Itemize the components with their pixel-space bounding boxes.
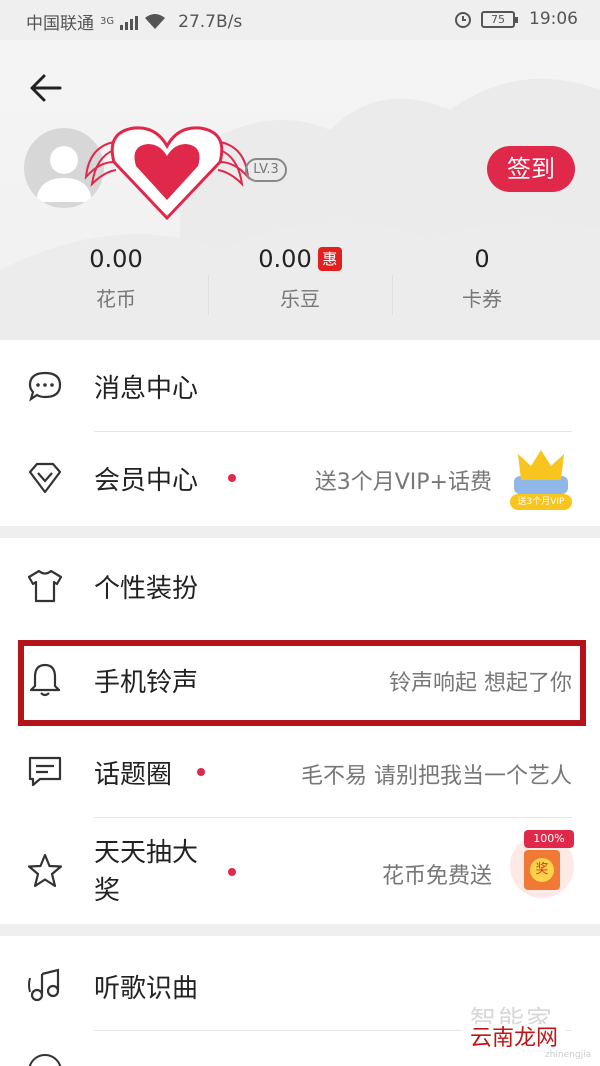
chat-bubble-icon — [28, 371, 62, 402]
menu-item-lottery[interactable]: 天天抽大 奖 花币免费送 100% 奖 — [0, 818, 600, 924]
highlight-box — [18, 640, 586, 726]
clock: 19:06 — [529, 9, 578, 29]
red-envelope-icon: 奖 — [524, 850, 560, 890]
partial-next-item-icon — [28, 1054, 62, 1066]
tshirt-icon — [27, 569, 63, 603]
notification-dot — [228, 474, 236, 482]
menu-item-subtitle: 花币免费送 — [381, 864, 492, 889]
menu-item-label: 天天抽大 奖 — [94, 834, 198, 910]
message-square-icon — [28, 756, 62, 787]
profile-header: LV.3 签到 0.00 花币 0.00 惠 乐豆 0 卡券 — [0, 40, 600, 340]
watermark-small: zhinengjia — [545, 1050, 592, 1060]
status-bar: 中国联通 3G 27.7B/s 75 19:06 — [0, 0, 600, 40]
discount-badge: 惠 — [317, 247, 342, 271]
menu-item-label: 听歌识曲 — [94, 974, 199, 1004]
menu-item-label: 会员中心 — [94, 466, 199, 496]
winged-heart-badge-icon — [84, 126, 250, 221]
network-speed: 27.7B/s — [178, 11, 243, 32]
wifi-icon — [145, 13, 166, 29]
stat-value: 0.00 — [89, 245, 143, 273]
stat-value: 0.00 — [258, 245, 312, 273]
menu-item-vip[interactable]: 会员中心 送3个月VIP+话费 送3个月VIP — [0, 432, 600, 524]
stat-ledou[interactable]: 0.00 惠 乐豆 — [200, 245, 400, 312]
envelope-character: 奖 — [530, 858, 554, 882]
menu-item-label: 话题圈 — [94, 760, 173, 790]
menu-item-label-line: 奖 — [94, 876, 121, 906]
alarm-icon — [455, 12, 471, 28]
diamond-icon — [28, 462, 62, 494]
menu-section-1: 消息中心 会员中心 送3个月VIP+话费 送3个月VIP — [0, 340, 600, 526]
stats-row: 0.00 花币 0.00 惠 乐豆 0 卡券 — [0, 245, 600, 325]
menu-item-topics[interactable]: 话题圈 毛不易 请别把我当一个艺人 — [0, 728, 600, 820]
menu-item-subtitle: 毛不易 请别把我当一个艺人 — [301, 764, 572, 789]
stat-huabi[interactable]: 0.00 花币 — [16, 245, 216, 312]
stat-label: 乐豆 — [280, 287, 320, 311]
red-envelope-thumbnail: 100% 奖 — [510, 830, 574, 898]
menu-item-label-line: 天天抽大 — [94, 838, 199, 868]
battery-indicator: 75 — [481, 10, 518, 28]
network-type: 3G — [100, 16, 115, 27]
music-note-icon — [28, 968, 60, 1002]
vip-promo-text: 送3个月VIP — [510, 494, 572, 510]
sign-in-button[interactable]: 签到 — [487, 146, 575, 192]
carrier-label: 中国联通 — [26, 14, 94, 34]
menu-item-label: 消息中心 — [94, 374, 199, 404]
menu-item-subtitle: 送3个月VIP+话费 — [314, 470, 492, 495]
menu-item-messages[interactable]: 消息中心 — [0, 340, 600, 432]
percent-badge: 100% — [524, 830, 574, 848]
menu-item-themes[interactable]: 个性装扮 — [0, 538, 600, 630]
star-icon — [27, 853, 63, 888]
vip-promo-thumbnail: 送3个月VIP — [506, 446, 576, 512]
stat-label: 卡券 — [462, 287, 502, 311]
menu-section-2: 个性装扮 手机铃声 铃声响起 想起了你 话题圈 毛不易 请别把我当一个艺人 天天… — [0, 538, 600, 924]
stat-label: 花币 — [96, 287, 136, 311]
level-badge: LV.3 — [245, 158, 287, 182]
signal-icon — [120, 14, 139, 30]
stat-value: 0 — [474, 245, 490, 273]
notification-dot — [228, 868, 236, 876]
menu-item-label: 个性装扮 — [94, 574, 199, 604]
notification-dot — [197, 768, 205, 776]
crown-icon — [514, 450, 568, 494]
stat-kaquan[interactable]: 0 卡券 — [382, 245, 582, 312]
back-arrow-icon[interactable] — [26, 68, 66, 108]
